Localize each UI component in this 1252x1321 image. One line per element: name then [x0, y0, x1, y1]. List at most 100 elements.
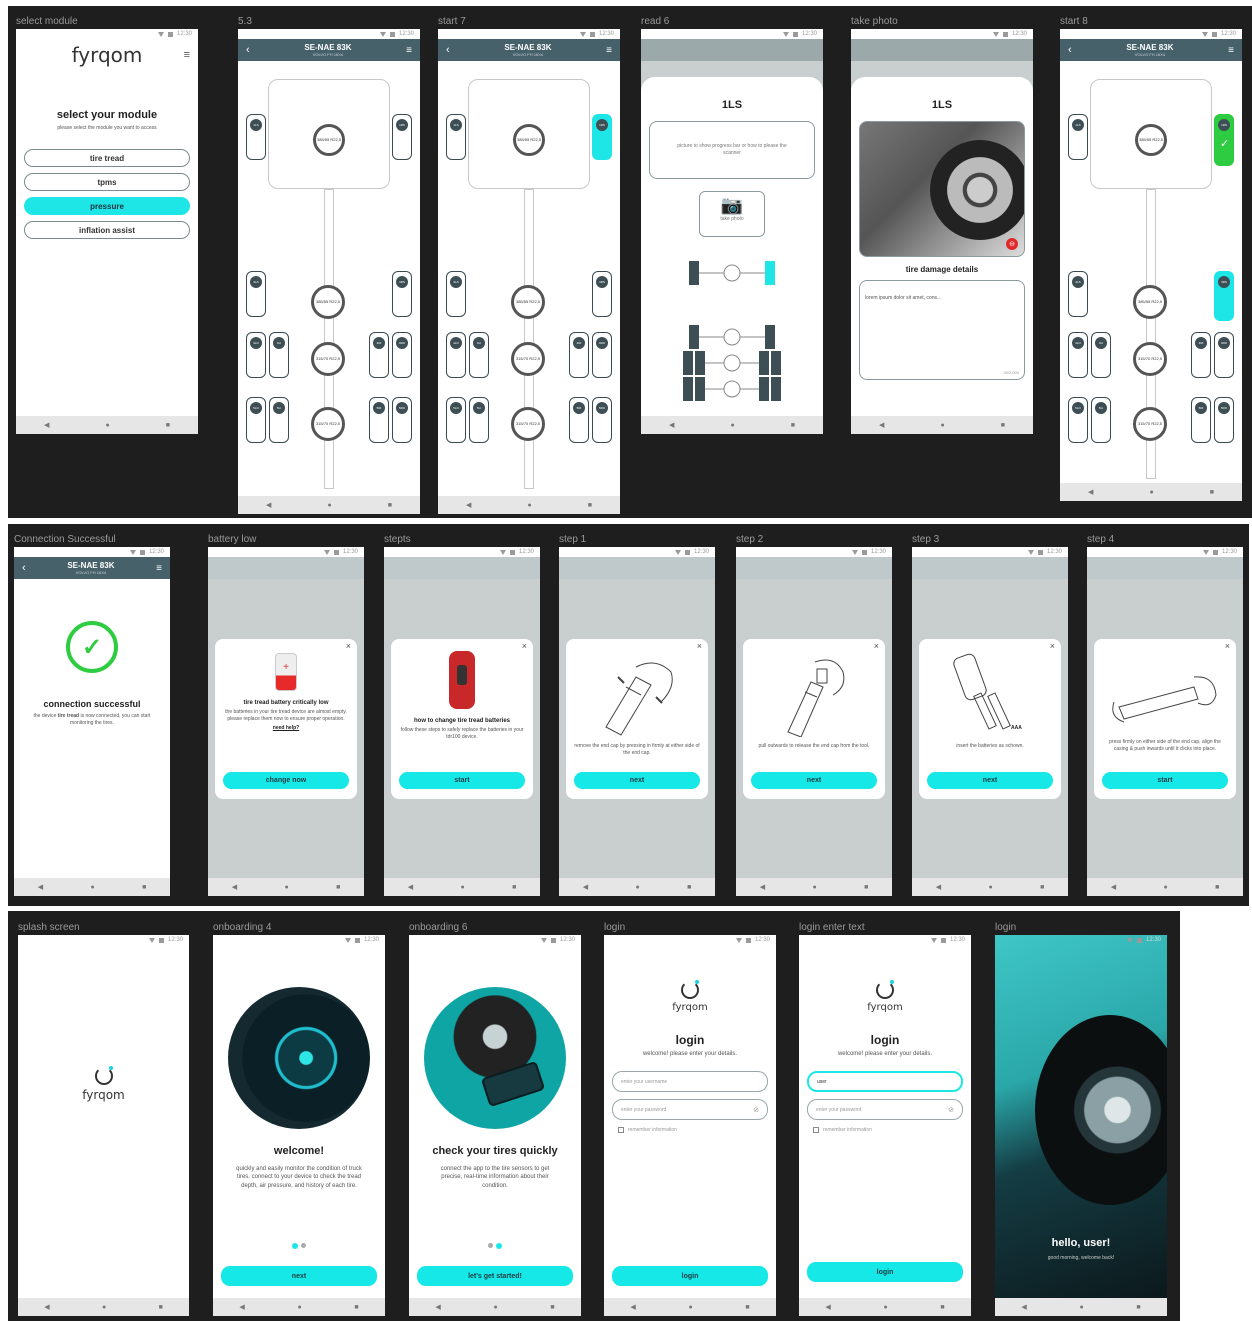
start-button[interactable]: start — [1102, 772, 1228, 789]
recents-icon[interactable]: ■ — [336, 884, 340, 891]
back-icon[interactable]: ◀ — [1088, 488, 1093, 496]
start-button[interactable]: start — [399, 772, 525, 789]
tire-gauge[interactable]: 315/70 R22,5 — [311, 407, 345, 441]
back-icon[interactable]: ◀ — [44, 1303, 49, 1311]
need-help-link[interactable]: need help? — [221, 725, 351, 732]
home-icon[interactable]: ● — [635, 884, 639, 891]
get-started-button[interactable]: let's get started! — [417, 1266, 573, 1286]
tire-gauge[interactable]: 315/70 R22,5 — [311, 342, 345, 376]
tire-slot-5li[interactable]: 5LI — [469, 397, 489, 443]
home-icon[interactable]: ● — [812, 884, 816, 891]
tire-slot-3ls[interactable]: 3LS — [1068, 271, 1088, 317]
module-tire-tread-button[interactable]: tire tread — [24, 149, 190, 167]
back-icon[interactable]: ◀ — [1111, 883, 1116, 891]
tire-slot-5ro[interactable]: 5RO — [1214, 397, 1234, 443]
recents-icon[interactable]: ■ — [388, 502, 392, 509]
recents-icon[interactable]: ■ — [1210, 489, 1214, 496]
tire-slot-5ri[interactable]: 5RI — [369, 397, 389, 443]
back-arrow-icon[interactable]: ‹ — [446, 44, 450, 56]
back-icon[interactable]: ◀ — [408, 883, 413, 891]
back-icon[interactable]: ◀ — [936, 883, 941, 891]
tire-slot-4ro[interactable]: 4RO — [1214, 332, 1234, 378]
close-icon[interactable]: × — [1225, 641, 1230, 651]
username-input[interactable]: enter your username — [612, 1071, 768, 1092]
tire-slot-3rs[interactable]: 3RS — [592, 271, 612, 317]
recents-icon[interactable]: ■ — [864, 884, 868, 891]
hide-password-icon[interactable]: ⊘ — [753, 1106, 759, 1114]
tire-gauge[interactable]: 385/55 R22,5 — [311, 285, 345, 319]
module-pressure-button[interactable]: pressure — [24, 197, 190, 215]
remember-checkbox[interactable]: remember information — [618, 1127, 762, 1133]
recents-icon[interactable]: ■ — [159, 1304, 163, 1311]
back-icon[interactable]: ◀ — [239, 1303, 244, 1311]
back-icon[interactable]: ◀ — [44, 421, 49, 429]
menu-icon[interactable]: ≡ — [406, 45, 412, 56]
close-icon[interactable]: × — [697, 641, 702, 651]
home-icon[interactable]: ● — [688, 1304, 692, 1311]
tire-slot-4ri[interactable]: 4RI — [1191, 332, 1211, 378]
close-icon[interactable]: × — [1050, 641, 1055, 651]
delete-photo-icon[interactable]: ⊖ — [1006, 238, 1018, 250]
tire-slot-5li[interactable]: 5LI — [269, 397, 289, 443]
password-input[interactable]: enter your password ⊘ — [612, 1099, 768, 1120]
recents-icon[interactable]: ■ — [142, 884, 146, 891]
close-icon[interactable]: × — [346, 641, 351, 651]
next-button[interactable]: next — [751, 772, 877, 789]
menu-icon[interactable]: ≡ — [606, 45, 612, 56]
module-tpms-button[interactable]: tpms — [24, 173, 190, 191]
tire-gauge[interactable]: 385/55 R22,5 — [511, 285, 545, 319]
next-button[interactable]: next — [221, 1266, 377, 1286]
back-icon[interactable]: ◀ — [466, 501, 471, 509]
tire-slot-5lo[interactable]: 5LO — [446, 397, 466, 443]
back-icon[interactable]: ◀ — [825, 1303, 830, 1311]
tire-gauge[interactable]: 385/55 R22,5 — [513, 124, 545, 156]
home-icon[interactable]: ● — [730, 422, 734, 429]
menu-icon[interactable]: ≡ — [184, 49, 190, 61]
hide-password-icon[interactable]: ⊘ — [948, 1106, 954, 1114]
recents-icon[interactable]: ■ — [940, 1304, 944, 1311]
home-icon[interactable]: ● — [883, 1304, 887, 1311]
tire-slot-5ro[interactable]: 5RO — [392, 397, 412, 443]
tire-gauge[interactable]: 385/55 R22,5 — [1135, 124, 1167, 156]
tire-slot-5ri[interactable]: 5RI — [569, 397, 589, 443]
tire-slot-3ls[interactable]: 3LS — [446, 271, 466, 317]
take-photo-button[interactable]: 📷 take photo — [699, 191, 765, 237]
tire-slot-1ls[interactable]: 1LS — [246, 114, 266, 160]
tire-slot-3rs[interactable]: 3RS — [392, 271, 412, 317]
tire-slot-1rs-active[interactable]: 1RS — [592, 114, 612, 160]
close-icon[interactable]: × — [874, 641, 879, 651]
home-icon[interactable]: ● — [297, 1304, 301, 1311]
back-icon[interactable]: ◀ — [435, 1303, 440, 1311]
home-icon[interactable]: ● — [1149, 489, 1153, 496]
home-icon[interactable]: ● — [988, 884, 992, 891]
recents-icon[interactable]: ■ — [1040, 884, 1044, 891]
home-icon[interactable]: ● — [102, 1304, 106, 1311]
tire-slot-4ro[interactable]: 4RO — [592, 332, 612, 378]
recents-icon[interactable]: ■ — [166, 422, 170, 429]
tire-slot-5ro[interactable]: 5RO — [592, 397, 612, 443]
recents-icon[interactable]: ■ — [1215, 884, 1219, 891]
back-icon[interactable]: ◀ — [630, 1303, 635, 1311]
recents-icon[interactable]: ■ — [512, 884, 516, 891]
menu-icon[interactable]: ≡ — [1228, 45, 1234, 56]
tire-slot-3ls[interactable]: 3LS — [246, 271, 266, 317]
username-input-focused[interactable]: user — [807, 1071, 963, 1092]
tire-slot-4lo[interactable]: 4LO — [446, 332, 466, 378]
tire-slot-1rs[interactable]: 1RS — [392, 114, 412, 160]
tire-gauge[interactable]: 315/70 R22,5 — [1133, 407, 1167, 441]
next-button[interactable]: next — [574, 772, 700, 789]
tire-slot-4li[interactable]: 4LI — [1091, 332, 1111, 378]
recents-icon[interactable]: ■ — [791, 422, 795, 429]
recents-icon[interactable]: ■ — [588, 502, 592, 509]
tire-slot-4li[interactable]: 4LI — [469, 332, 489, 378]
tire-slot-4lo[interactable]: 4LO — [246, 332, 266, 378]
back-icon[interactable]: ◀ — [38, 883, 43, 891]
details-textarea[interactable]: lorem ipsum dolor sit amet, cons... 35/2… — [859, 280, 1025, 380]
tire-gauge[interactable]: 315/70 R22,5 — [511, 407, 545, 441]
menu-icon[interactable]: ≡ — [156, 563, 162, 574]
home-icon[interactable]: ● — [1163, 884, 1167, 891]
back-arrow-icon[interactable]: ‹ — [22, 562, 26, 574]
home-icon[interactable]: ● — [90, 884, 94, 891]
recents-icon[interactable]: ■ — [687, 884, 691, 891]
recents-icon[interactable]: ■ — [1001, 422, 1005, 429]
